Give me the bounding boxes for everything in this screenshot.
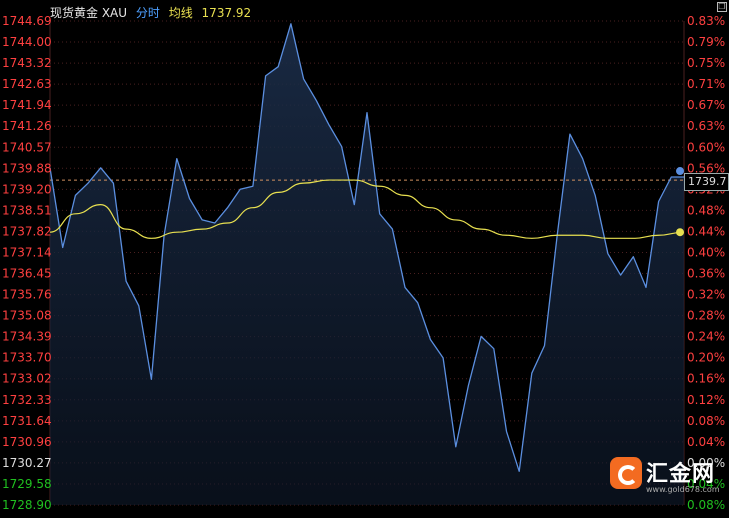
- watermark: 汇金网 www.gold678.com: [608, 454, 728, 500]
- restore-icon[interactable]: ❐: [717, 2, 727, 12]
- y-tick-label-left: 1741.26: [2, 119, 52, 133]
- price-end-marker: [676, 167, 684, 176]
- y-tick-label-left: 1736.45: [2, 267, 52, 281]
- y-tick-label-right: 0.12%: [687, 393, 725, 407]
- chart-legend: 现货黄金 XAU 分时 均线 1737.92: [50, 4, 256, 20]
- y-axis-left: 1744.69 1744.00 1743.32 1742.63 1741.94 1741.…: [2, 14, 52, 512]
- y-tick-label-left: 1737.14: [2, 245, 52, 259]
- y-axis-right: 0.83%0.79%0.75%0.71%0.67%0.63%0.60%0.56%…: [687, 14, 725, 512]
- y-tick-label-left: 1743.32: [2, 56, 52, 70]
- y-tick-label-right: 0.60%: [687, 140, 725, 154]
- y-tick-label-left: 1744.00: [2, 35, 52, 49]
- y-tick-label-left: 1740.57: [2, 140, 52, 154]
- y-tick-label-left: 1730.96: [2, 435, 52, 449]
- y-tick-label-left: 1735.76: [2, 288, 52, 302]
- y-tick-label-right: 0.71%: [687, 77, 725, 91]
- last-price-tag: 1739.7: [684, 173, 729, 191]
- current-price: 1737.92: [201, 6, 252, 20]
- y-tick-label-left: 1738.51: [2, 203, 52, 217]
- y-tick-label-right: 0.08%: [687, 498, 725, 512]
- y-tick-label-right: 0.48%: [687, 203, 725, 217]
- y-tick-label-left: 1742.63: [2, 77, 52, 91]
- y-tick-label-right: 0.04%: [687, 435, 725, 449]
- y-tick-label-right: 0.08%: [687, 414, 725, 428]
- y-tick-label-right: 0.40%: [687, 245, 725, 259]
- y-tick-label-left: 1730.27: [2, 456, 52, 470]
- y-tick-label-right: 0.36%: [687, 267, 725, 281]
- y-tick-label-left: 1733.02: [2, 372, 52, 386]
- y-tick-label-left: 1729.58: [2, 477, 52, 491]
- brand-url: www.gold678.com: [646, 485, 720, 494]
- y-tick-label-left: 1728.90: [2, 498, 52, 512]
- y-tick-label-left: 1741.94: [2, 98, 52, 112]
- y-tick-label-right: 0.32%: [687, 288, 725, 302]
- y-tick-label-right: 0.63%: [687, 119, 725, 133]
- y-tick-label-left: 1737.82: [2, 224, 52, 238]
- y-tick-label-left: 1732.33: [2, 393, 52, 407]
- price-area: [50, 23, 684, 506]
- y-tick-label-right: 0.16%: [687, 372, 725, 386]
- gold-intraday-chart[interactable]: 1744.69 1744.00 1743.32 1742.63 1741.94 1741.…: [0, 0, 729, 514]
- y-tick-label-left: 1739.88: [2, 161, 52, 175]
- brand-logo-icon: [610, 457, 642, 489]
- instrument-name: 现货黄金 XAU: [50, 6, 128, 20]
- y-tick-label-left: 1739.20: [2, 182, 52, 196]
- y-tick-label-right: 0.67%: [687, 98, 725, 112]
- y-tick-label-right: 0.20%: [687, 351, 725, 365]
- legend-average: 均线: [168, 6, 193, 20]
- y-tick-label-right: 0.75%: [687, 56, 725, 70]
- y-tick-label-left: 1731.64: [2, 414, 52, 428]
- brand-name: 汇金网: [646, 462, 716, 487]
- y-tick-label-right: 0.79%: [687, 35, 725, 49]
- y-tick-label-right: 0.44%: [687, 224, 725, 238]
- y-tick-label-left: 1735.08: [2, 309, 52, 323]
- y-tick-label-left: 1733.70: [2, 351, 52, 365]
- price-area-fill: [50, 23, 684, 506]
- y-tick-label-right: 0.28%: [687, 309, 725, 323]
- y-tick-label-left: 1744.69: [2, 14, 52, 28]
- y-tick-label-right: 0.83%: [687, 14, 725, 28]
- chart-svg[interactable]: 1744.69 1744.00 1743.32 1742.63 1741.94 1741.…: [0, 0, 729, 514]
- y-tick-label-right: 0.24%: [687, 330, 725, 344]
- average-end-marker: [676, 228, 684, 237]
- y-tick-label-left: 1734.39: [2, 330, 52, 344]
- tab-intraday[interactable]: 分时: [136, 6, 160, 20]
